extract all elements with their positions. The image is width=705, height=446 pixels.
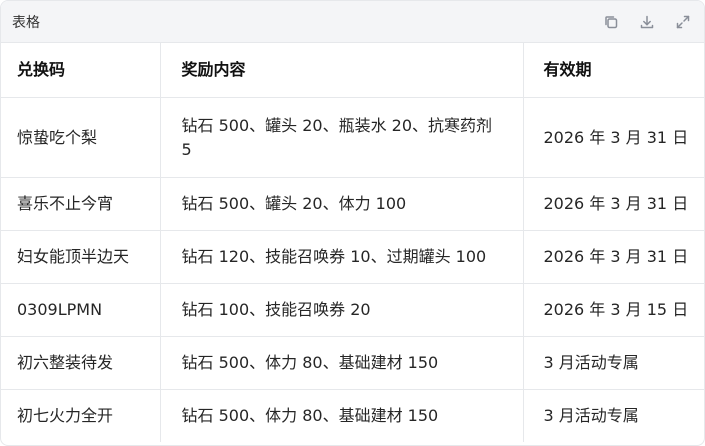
table-row: 喜乐不止今宵 钻石 500、罐头 20、体力 100 2026 年 3 月 31… — [1, 177, 704, 231]
table-row: 妇女能顶半边天 钻石 120、技能召唤券 10、过期罐头 100 2026 年 … — [1, 230, 704, 284]
cell-code: 喜乐不止今宵 — [1, 177, 161, 231]
cell-valid: 2026 年 3 月 15 日 — [523, 283, 704, 337]
expand-icon[interactable] — [674, 13, 692, 31]
table-header-bar: 表格 — [1, 1, 704, 43]
table-row: 0309LPMN 钻石 100、技能召唤券 20 2026 年 3 月 15 日 — [1, 283, 704, 337]
cell-valid: 2026 年 3 月 31 日 — [523, 177, 704, 231]
cell-reward: 钻石 120、技能召唤券 10、过期罐头 100 — [160, 230, 524, 284]
cell-reward: 钻石 500、罐头 20、瓶装水 20、抗寒药剂 5 — [160, 97, 524, 178]
cell-reward: 钻石 500、体力 80、基础建材 150 — [160, 336, 524, 390]
table-row: 惊蛰吃个梨 钻石 500、罐头 20、瓶装水 20、抗寒药剂 5 2026 年 … — [1, 97, 704, 178]
table-header-row: 兑换码 奖励内容 有效期 — [1, 43, 704, 98]
table-row: 初六整装待发 钻石 500、体力 80、基础建材 150 3 月活动专属 — [1, 336, 704, 390]
download-icon[interactable] — [638, 13, 656, 31]
cell-valid: 2026 年 3 月 31 日 — [523, 230, 704, 284]
column-header-valid: 有效期 — [523, 43, 704, 98]
cell-code: 初七火力全开 — [1, 389, 161, 442]
redeem-code-table: 兑换码 奖励内容 有效期 惊蛰吃个梨 钻石 500、罐头 20、瓶装水 20、抗… — [1, 43, 704, 442]
column-header-reward: 奖励内容 — [160, 43, 524, 98]
cell-reward: 钻石 500、罐头 20、体力 100 — [160, 177, 524, 231]
cell-code: 惊蛰吃个梨 — [1, 97, 161, 178]
cell-code: 0309LPMN — [1, 283, 161, 337]
cell-reward: 钻石 500、体力 80、基础建材 150 — [160, 389, 524, 442]
table-row: 初七火力全开 钻石 500、体力 80、基础建材 150 3 月活动专属 — [1, 389, 704, 442]
cell-valid: 3 月活动专属 — [543, 406, 639, 425]
header-actions — [602, 13, 692, 31]
table-card: 表格 兑换码 奖励内容 有效期 惊蛰吃个梨 钻石 500、罐头 20、瓶装水 2… — [0, 0, 705, 446]
cell-reward: 钻石 100、技能召唤券 20 — [160, 283, 524, 337]
copy-icon[interactable] — [602, 13, 620, 31]
cell-code: 初六整装待发 — [1, 336, 161, 390]
column-header-code: 兑换码 — [1, 43, 161, 98]
cell-code: 妇女能顶半边天 — [1, 230, 161, 284]
table-title: 表格 — [12, 14, 40, 31]
cell-valid: 3 月活动专属 — [523, 336, 704, 390]
cell-valid: 2026 年 3 月 31 日 — [523, 97, 704, 178]
